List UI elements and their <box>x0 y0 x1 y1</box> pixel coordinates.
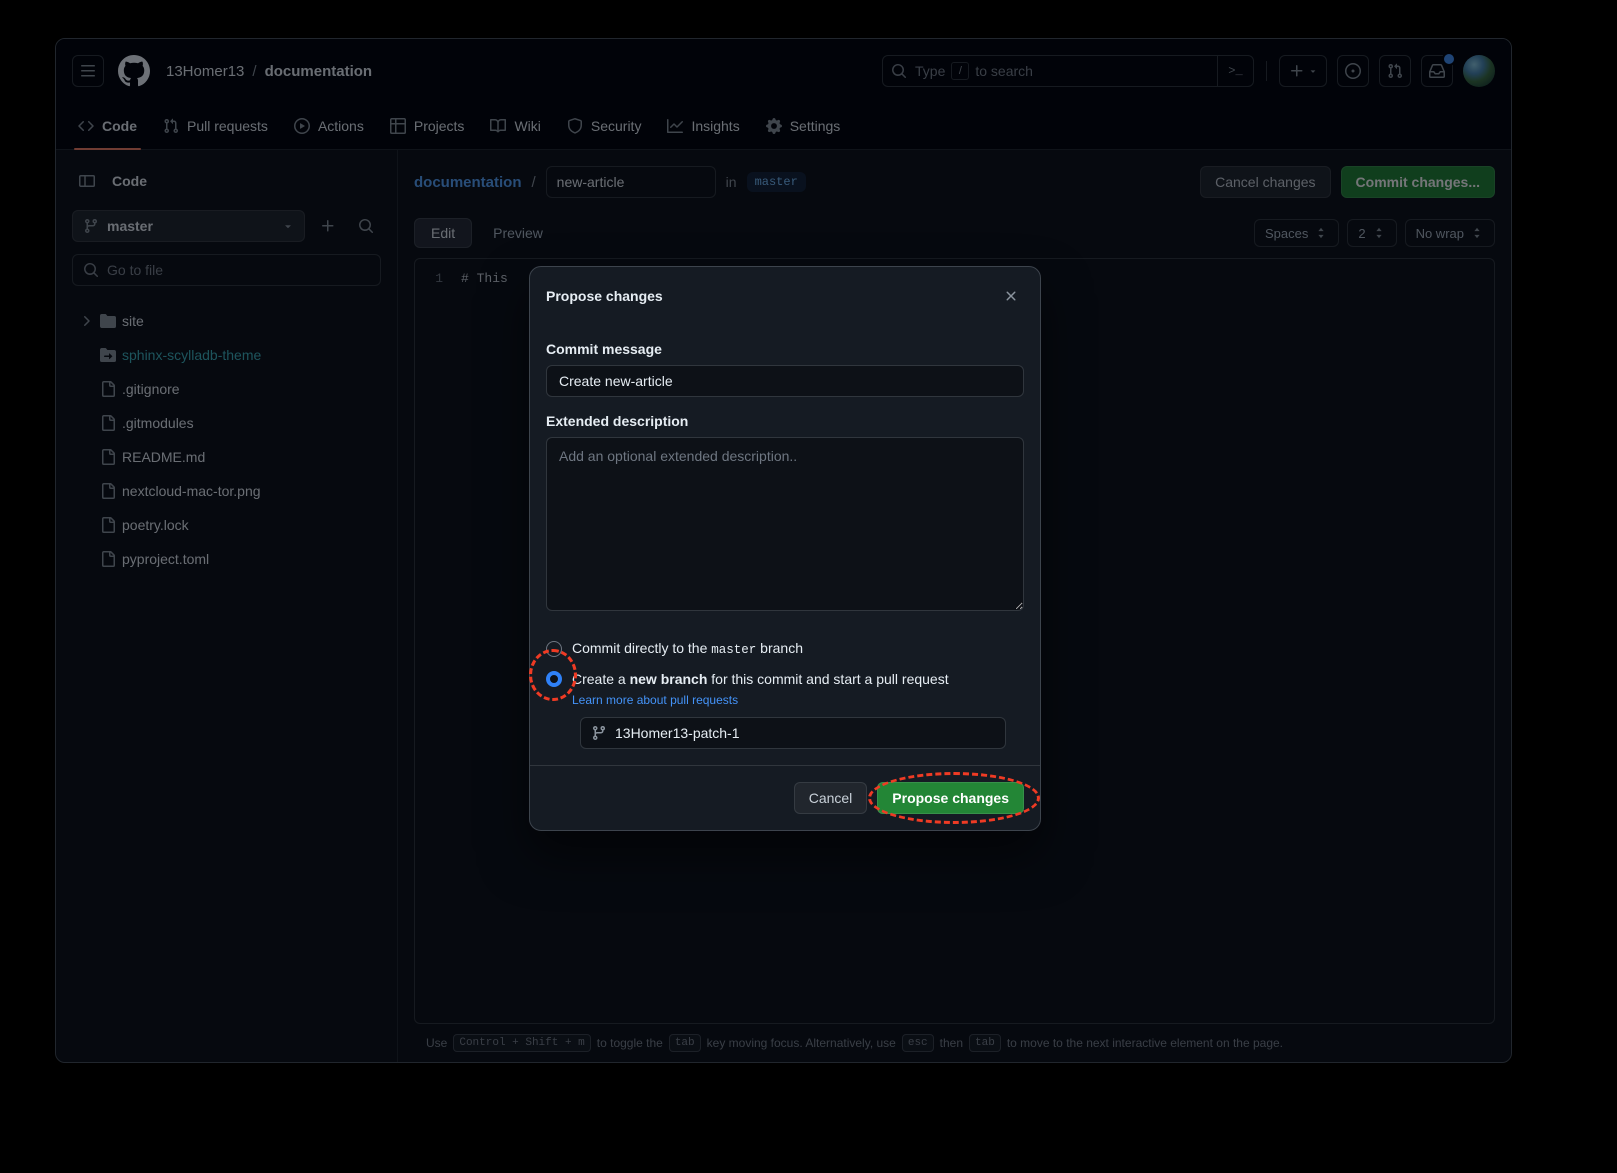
dialog-footer: Cancel Propose changes <box>530 765 1040 830</box>
create-branch-option[interactable]: Create a new branch for this commit and … <box>546 671 1024 687</box>
dialog-title: Propose changes <box>546 288 998 304</box>
commit-directly-radio[interactable] <box>546 641 562 657</box>
close-icon <box>1003 288 1019 304</box>
dialog-body: Commit message Extended description Comm… <box>530 341 1040 749</box>
extended-description-textarea[interactable] <box>546 437 1024 611</box>
commit-directly-option[interactable]: Commit directly to the master branch <box>546 640 1024 657</box>
branch-code-text: master <box>711 643 756 657</box>
commit-message-input[interactable] <box>546 365 1024 397</box>
propose-changes-dialog: Propose changes Commit message Extended … <box>529 266 1041 831</box>
dialog-header: Propose changes <box>530 267 1040 325</box>
cancel-button[interactable]: Cancel <box>794 782 868 814</box>
create-branch-label: Create a new branch for this commit and … <box>572 671 949 687</box>
commit-message-label: Commit message <box>546 341 1024 357</box>
github-window: 13Homer13 / documentation Type / to sear… <box>55 38 1512 1063</box>
commit-directly-label: Commit directly to the master branch <box>572 640 803 657</box>
close-dialog-button[interactable] <box>998 283 1024 309</box>
branch-name-input[interactable] <box>615 725 995 741</box>
create-branch-radio[interactable] <box>546 671 562 687</box>
propose-changes-button[interactable]: Propose changes <box>877 782 1024 814</box>
learn-more-link[interactable]: Learn more about pull requests <box>572 693 1024 707</box>
extended-description-label: Extended description <box>546 413 1024 429</box>
branch-name-field[interactable] <box>580 717 1006 749</box>
git-branch-icon <box>591 725 607 741</box>
